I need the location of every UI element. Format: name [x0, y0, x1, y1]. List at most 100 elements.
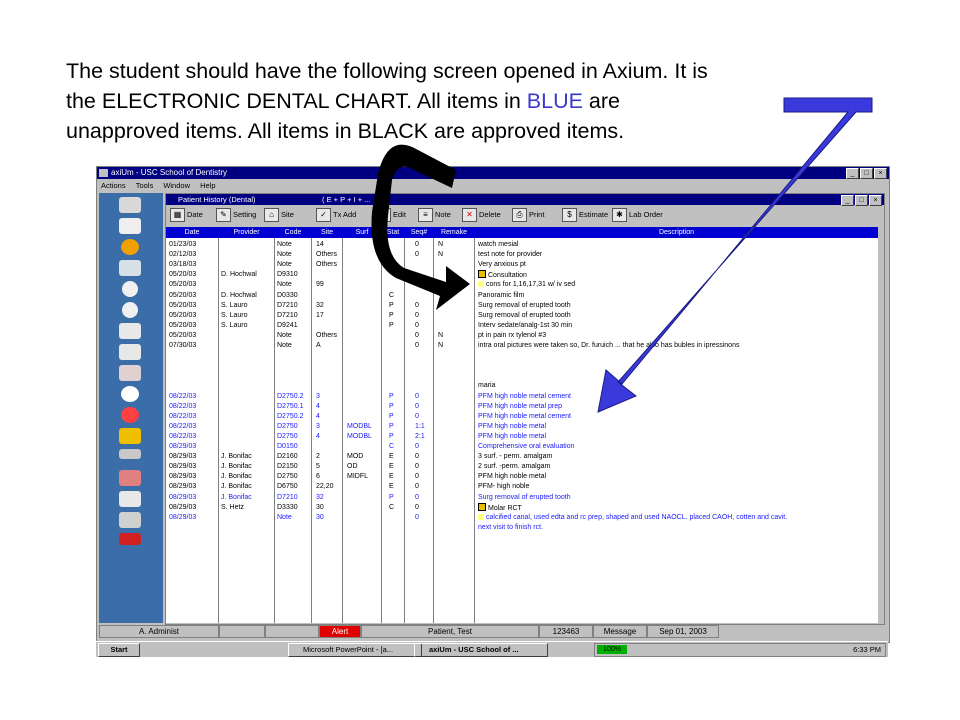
child-maximize-button[interactable]: □: [855, 195, 868, 206]
table-row[interactable]: 08/29/03 J. Bonifac D6750 22,20 E 0 PFM- high …: [166, 482, 878, 492]
col-surf[interactable]: Surf: [343, 227, 381, 238]
note-marker-icon: [478, 281, 484, 288]
edit-button[interactable]: ✐ Edit: [376, 207, 406, 223]
table-row[interactable]: 08/22/03 D2750 4 MODBL P 2:1 PFM high noble me…: [166, 432, 878, 442]
site-icon: ⌂: [264, 208, 279, 222]
cell-seq: 2:1: [415, 432, 425, 440]
table-row[interactable]: 01/23/03 Note 14 0 Nwatch mesial: [166, 240, 878, 250]
cell-date: 05/20/03: [169, 311, 197, 319]
date-button[interactable]: ▦ Date: [170, 207, 203, 223]
setting-button[interactable]: ✎ Setting: [216, 207, 256, 223]
table-row[interactable]: 02/12/03 Note Others 0 Ntest note for provid…: [166, 250, 878, 260]
col-site[interactable]: Site: [312, 227, 342, 238]
maximize-button[interactable]: □: [860, 168, 873, 179]
taskbar-axium[interactable]: axiUm - USC School of ...: [414, 643, 548, 657]
col-stat[interactable]: Stat: [382, 227, 404, 238]
xray-icon[interactable]: [119, 491, 141, 507]
table-row[interactable]: 05/20/03 Note Others 0 Npt in pain rx tyleno…: [166, 331, 878, 341]
table-row[interactable]: 08/29/03 Note 30 0 calcified canal, used edt…: [166, 513, 878, 523]
table-row[interactable]: 08/29/03 D0150 C 0 Comprehensive oral evalua…: [166, 442, 878, 452]
table-row[interactable]: 05/20/03 D. Hochwal D9310 Consultation: [166, 270, 878, 280]
table-row[interactable]: [166, 371, 878, 381]
menu-help[interactable]: Help: [200, 181, 215, 190]
table-row[interactable]: 05/20/03 Note 99 cons for 1,16,17,31 w/ iv …: [166, 280, 878, 290]
cell-desc: PFM- high noble: [478, 483, 530, 491]
start-button[interactable]: Start: [98, 643, 140, 657]
cell-date: 08/29/03: [169, 463, 197, 471]
note-label: Note: [435, 210, 451, 219]
toolbox-icon[interactable]: [119, 533, 141, 545]
table-row[interactable]: 05/20/03 S. Lauro D9241 P 0 Interv sedate/ana…: [166, 321, 878, 331]
checklist-icon[interactable]: [119, 344, 141, 360]
table-row[interactable]: next visit to finish rct.: [166, 523, 878, 533]
table-row[interactable]: [166, 361, 878, 371]
book-icon[interactable]: [119, 260, 141, 276]
table-row[interactable]: 08/29/03 J. Bonifac D2750 6 MIDFL E 0 PFM high …: [166, 472, 878, 482]
table-row[interactable]: 08/22/03 D2750.1 4 P 0 PFM high noble metal p…: [166, 402, 878, 412]
date-label: Date: [187, 210, 203, 219]
child-close-button[interactable]: ×: [869, 195, 882, 206]
table-row[interactable]: 08/22/03 D2750.2 3 P 0 PFM high noble metal c…: [166, 392, 878, 402]
col-code[interactable]: Code: [275, 227, 311, 238]
close-button[interactable]: ×: [874, 168, 887, 179]
cell-stat: E: [389, 473, 394, 481]
lab-icon[interactable]: [119, 512, 141, 528]
table-row[interactable]: 05/20/03 S. Lauro D7210 17 P 0 Surg removal of…: [166, 311, 878, 321]
table-row[interactable]: 08/29/03 J. Bonifac D2150 5 OD E 0 2 surf. -per…: [166, 462, 878, 472]
menu-window[interactable]: Window: [163, 181, 190, 190]
table-row[interactable]: 03/18/03 Note Others Very anxious pt: [166, 260, 878, 270]
col-remake[interactable]: Remake: [434, 227, 474, 238]
cell-stat: P: [389, 402, 394, 410]
lab-order-button[interactable]: ✱ Lab Order: [612, 207, 663, 223]
cell-code: Note: [277, 342, 292, 349]
col-seq[interactable]: Seq#: [405, 227, 433, 238]
search-icon[interactable]: [121, 386, 139, 402]
table-row[interactable]: maria: [166, 381, 878, 391]
history-grid: Date Provider Code Site Surf Stat Seq# R…: [166, 227, 878, 623]
table-row[interactable]: [166, 351, 878, 361]
estimate-button[interactable]: $ Estimate: [562, 207, 608, 223]
table-row[interactable]: 08/29/03 J. Bonifac D2160 2 MOD E 0 3 surf. - p…: [166, 452, 878, 462]
billing-dollar-icon[interactable]: [121, 239, 139, 255]
cell-desc: calcified canal, used edta and rc prep, …: [478, 513, 787, 523]
cell-desc: maria: [478, 382, 496, 390]
settings-icon: ✎: [216, 208, 231, 222]
app-icon: [99, 169, 108, 177]
table-row[interactable]: 08/29/03 S. Hetz D3330 30 C 0 Molar RCT: [166, 502, 878, 513]
mouth-icon[interactable]: [119, 365, 141, 381]
menu-actions[interactable]: Actions: [101, 181, 126, 190]
table-row[interactable]: 08/22/03 D2750 3 MODBL P 1:1 PFM high noble me…: [166, 422, 878, 432]
col-provider[interactable]: Provider: [219, 227, 274, 238]
table-row[interactable]: 08/29/03 J. Bonifac D7210 32 P 0 Surg removal …: [166, 493, 878, 503]
table-row[interactable]: 05/20/03 D. Hochwal D0330 C Panoramic film: [166, 291, 878, 301]
message-button[interactable]: Message: [593, 625, 647, 638]
child-minimize-button[interactable]: _: [841, 195, 854, 206]
col-description[interactable]: Description: [475, 227, 878, 238]
table-row[interactable]: 07/30/03 Note A 0 Nintra oral pictures were …: [166, 341, 878, 351]
site-button[interactable]: ⌂ Site: [264, 207, 294, 223]
taskbar-powerpoint[interactable]: Microsoft PowerPoint - [a...: [288, 643, 422, 657]
printer-icon[interactable]: [119, 197, 141, 213]
alert-button[interactable]: Alert: [319, 625, 361, 638]
table-row[interactable]: 08/22/03 D2750.2 4 P 0 PFM high noble metal c…: [166, 412, 878, 422]
calculator-icon[interactable]: [119, 218, 141, 234]
clock-icon[interactable]: [121, 407, 139, 423]
col-date[interactable]: Date: [166, 227, 218, 238]
table-row[interactable]: 05/20/03 S. Lauro D7210 32 P 0 Surg removal of…: [166, 301, 878, 311]
tooth-chart-icon[interactable]: [122, 302, 138, 318]
status-patient: Patient, Test: [361, 625, 539, 638]
folder-icon[interactable]: [119, 428, 141, 444]
print-button[interactable]: ⎙ Print: [512, 207, 544, 223]
minimize-button[interactable]: _: [846, 168, 859, 179]
tooth-icon[interactable]: [122, 281, 138, 297]
notes-icon[interactable]: [119, 323, 141, 339]
delete-button[interactable]: ✕ Delete: [462, 207, 501, 223]
cell-desc: pt in pain rx tylenol #3: [478, 331, 547, 339]
cell-code: D7210: [277, 493, 298, 501]
menu-tools[interactable]: Tools: [136, 181, 154, 190]
instrument-icon[interactable]: [119, 449, 141, 459]
tx-add-button[interactable]: ✓ Tx Add: [316, 207, 356, 223]
note-button[interactable]: ≡ Note: [418, 207, 451, 223]
cell-seq: 0: [415, 331, 419, 339]
denture-icon[interactable]: [119, 470, 141, 486]
